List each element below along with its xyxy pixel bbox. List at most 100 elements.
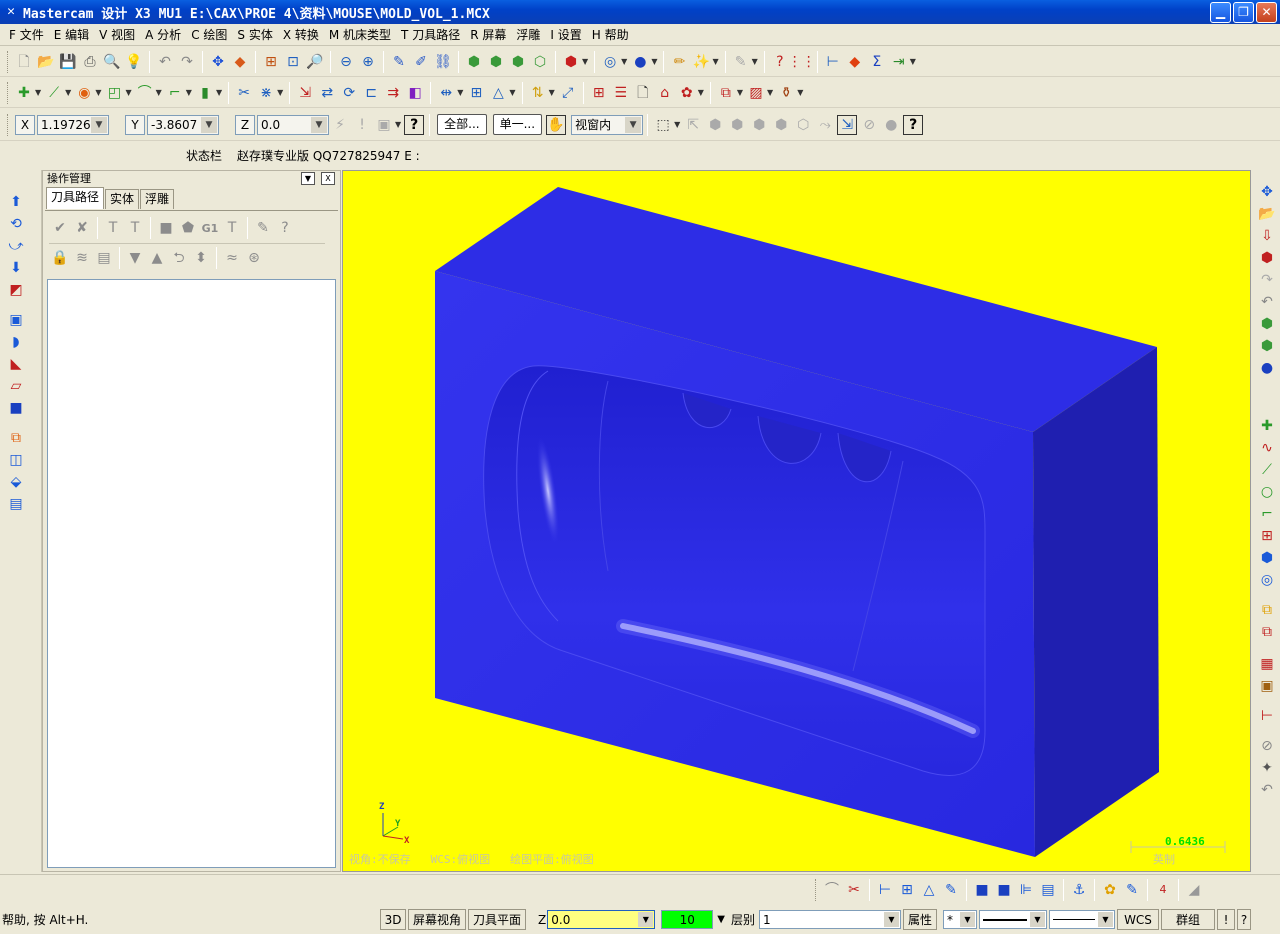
x-coordinate-field[interactable]: 1.19726 ▼ — [37, 114, 109, 135]
disabled-tool-icon[interactable]: ✎ — [731, 52, 751, 72]
chamfer-icon[interactable]: ◣ — [6, 354, 26, 374]
yellow-stack-icon[interactable]: ⧉ — [1257, 600, 1277, 620]
circle-icon[interactable]: ◉ — [74, 83, 94, 103]
project-icon[interactable]: ◧ — [405, 83, 425, 103]
bottle-icon[interactable]: ⚱ — [776, 83, 796, 103]
menu-create[interactable]: C 绘图 — [186, 26, 232, 43]
pan-icon[interactable]: ✥ — [208, 52, 228, 72]
clear-colors-icon[interactable]: ✎ — [389, 52, 409, 72]
rotate-icon[interactable]: ◆ — [230, 52, 250, 72]
window-select-icon[interactable]: ⬚ — [653, 115, 673, 135]
menu-xform[interactable]: X 转换 — [278, 26, 324, 43]
scroll-icon[interactable]: ⬍ — [191, 248, 211, 268]
move-up-icon[interactable]: ⇅ — [528, 83, 548, 103]
menu-toolpaths[interactable]: T 刀具路径 — [396, 26, 465, 43]
list-lines-icon[interactable]: ☰ — [611, 83, 631, 103]
z-depth-field[interactable]: 0.0 ▼ — [547, 910, 656, 929]
wand-icon[interactable]: ✨ — [691, 52, 711, 72]
undo-gray-icon[interactable]: ↶ — [1257, 292, 1277, 312]
disabled-box-icon[interactable]: ▣ — [374, 115, 394, 135]
cube-iso-icon[interactable]: ⬡ — [530, 52, 550, 72]
table-icon[interactable]: ▤ — [6, 494, 26, 514]
select-all-ops-icon[interactable]: ✔ — [50, 218, 70, 238]
measure-icon[interactable]: ⊢ — [1257, 706, 1277, 726]
menu-file[interactable]: F 文件 — [4, 26, 49, 43]
grid-icon[interactable]: ⊞ — [589, 83, 609, 103]
shell-icon[interactable]: ▣ — [6, 310, 26, 330]
zoom-out-icon[interactable]: ⊖ — [336, 52, 356, 72]
align-icon[interactable]: ⊫ — [1016, 880, 1036, 900]
arrow-up-icon[interactable]: ⬆ — [6, 192, 26, 212]
draft-icon[interactable]: ▱ — [6, 376, 26, 396]
color-field[interactable]: 10 — [661, 910, 714, 929]
layer-field[interactable]: 1 ▼ — [758, 910, 901, 929]
line-width-field[interactable]: ▼ — [1049, 910, 1115, 929]
menu-analyze[interactable]: A 分析 — [140, 26, 186, 43]
exit-icon[interactable]: ⇥ — [889, 52, 909, 72]
rectangle-grid-icon[interactable]: ⊞ — [1257, 526, 1277, 546]
g1-icon[interactable]: G1 — [200, 218, 220, 238]
back-arrow-icon[interactable]: ↶ — [1257, 780, 1277, 800]
move-up-icon[interactable]: ▲ — [147, 248, 167, 268]
dim-tag-icon[interactable]: ✎ — [941, 880, 961, 900]
ops-help-icon[interactable]: ? — [275, 218, 295, 238]
operations-tree[interactable] — [47, 279, 336, 868]
add-point-icon[interactable]: ✚ — [1257, 416, 1277, 436]
lock-icon[interactable]: 🔒 — [50, 248, 70, 268]
globe-icon[interactable]: ◎ — [1257, 570, 1277, 590]
close-panel-icon[interactable]: X — [321, 172, 335, 185]
y-coordinate-field[interactable]: -3.8607 ▼ — [147, 114, 219, 135]
line-style-field[interactable]: ▼ — [979, 910, 1047, 929]
cylinder-icon[interactable]: ▮ — [195, 83, 215, 103]
select-icon[interactable]: ✐ — [411, 52, 431, 72]
scale-icon[interactable]: ⊏ — [361, 83, 381, 103]
hole-table-icon[interactable]: ⋮⋮ — [788, 52, 816, 72]
folder-icon[interactable]: 📂 — [1257, 204, 1277, 224]
undo-icon[interactable]: ↶ — [155, 52, 175, 72]
cube-top-icon[interactable]: ⬢ — [464, 52, 484, 72]
gray-ramp-icon[interactable]: ◢ — [1184, 880, 1204, 900]
fillet-solid-icon[interactable]: ◗ — [6, 332, 26, 352]
maximize-icon[interactable]: ❐ — [1233, 2, 1254, 23]
toggle-post-icon[interactable]: ▤ — [94, 248, 114, 268]
tab-solids[interactable]: 实体 — [105, 189, 140, 209]
verify-icon[interactable]: ⬟ — [178, 218, 198, 238]
stretch-icon[interactable]: ⇹ — [436, 83, 456, 103]
view-cube-icon[interactable]: ⬢ — [561, 52, 581, 72]
3d-button[interactable]: 3D — [380, 909, 406, 930]
shape-icon[interactable]: ◆ — [845, 52, 865, 72]
layers-icon[interactable]: ⧉ — [6, 428, 26, 448]
tool-plane-button[interactable]: 刀具平面 — [468, 909, 527, 930]
arrow-down-icon[interactable]: ⬇ — [6, 258, 26, 278]
rotate-xform-icon[interactable]: ⟳ — [339, 83, 359, 103]
box-solid-icon[interactable]: ⬢ — [1257, 548, 1277, 568]
red-cube-icon[interactable]: ⬢ — [1257, 248, 1277, 268]
face-select-icon[interactable]: ⬢ — [727, 115, 747, 135]
edge-select-icon[interactable]: ⬢ — [749, 115, 769, 135]
block-2-icon[interactable]: ■ — [994, 880, 1014, 900]
arrow-select-icon[interactable]: ⇱ — [683, 115, 703, 135]
color-dropdown-icon[interactable]: ▼ — [717, 914, 725, 925]
menu-screen[interactable]: R 屏幕 — [465, 26, 511, 43]
filter-icon[interactable]: ● — [881, 115, 901, 135]
attributes-button[interactable]: 属性 — [902, 909, 937, 930]
bug-icon[interactable]: ✦ — [1257, 758, 1277, 778]
lightbulb-icon[interactable]: 💡 — [124, 52, 144, 72]
page-icon[interactable]: 🗋 — [633, 83, 653, 103]
save-icon[interactable]: 💾 — [58, 52, 78, 72]
cube-front-icon[interactable]: ⬢ — [486, 52, 506, 72]
stack-icon[interactable]: ⬙ — [6, 472, 26, 492]
print-preview-icon[interactable]: 🔍 — [102, 52, 122, 72]
help-question-icon[interactable]: ? — [404, 114, 425, 135]
zoom-in-icon[interactable]: ⊕ — [358, 52, 378, 72]
solid-select-icon[interactable]: ⬢ — [705, 115, 725, 135]
body-select-icon[interactable]: ⬢ — [771, 115, 791, 135]
chain-icon[interactable]: ⛓ — [433, 52, 453, 72]
chamfer-tool-icon[interactable]: ✂ — [844, 880, 864, 900]
post-icon[interactable]: T — [222, 218, 242, 238]
point-plus-icon[interactable]: ✚ — [14, 83, 34, 103]
open-folder-icon[interactable]: 📂 — [36, 52, 56, 72]
graphics-viewport[interactable]: Z Y X 视角:不保存 WCS:俯视图 绘图平面:俯视图 0.6436 英制 — [342, 170, 1251, 872]
offset-icon[interactable]: ⇉ — [383, 83, 403, 103]
translate-icon[interactable]: ⇲ — [295, 83, 315, 103]
